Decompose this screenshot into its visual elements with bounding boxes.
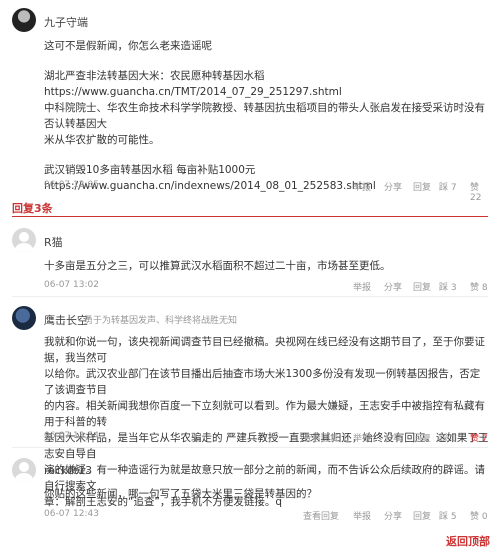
like-count: 8 [481,283,488,293]
timestamp: 06-07 13:54 [44,431,99,441]
divider [12,296,488,297]
report-button[interactable]: 举报 [353,180,371,193]
dislike-count: 7 [450,183,457,193]
share-button[interactable]: 分享 [384,180,402,193]
paragraph: 这可不是假新闻，你怎么老来造谣呢 [44,40,212,52]
paragraph: 中科院院士、华农生命技术科学学院教授、转基因抗虫稻项目的带头人张启发在接受采访时… [44,102,485,130]
like-label: 赞 [470,283,480,293]
like-button[interactable]: 赞 7 [470,431,488,444]
dislike-button[interactable]: 踩 1 [439,431,457,444]
view-replies-button[interactable]: 查看回复 [303,509,339,522]
like-count: 7 [481,434,488,444]
comment-1: 九子守端 这可不是假新闻，你怎么老来造谣呢 湖北严查非法转基因大米：农民愿种转基… [0,0,500,203]
comment-2: R猫 十多亩是五分之三，可以推算武汉水稻面积不超过二十亩，市场甚至更低。 06-… [0,220,500,295]
comment-meta: 06-07 12:43 查看回复 举报 分享 回复 踩 5 赞 0 [44,509,490,523]
reply-count-header: 回复3条 [12,202,53,215]
report-button[interactable]: 举报 [353,509,371,522]
share-button[interactable]: 分享 [384,431,402,444]
like-count: 22 [470,193,482,203]
dislike-button[interactable]: 踩 3 [439,280,457,293]
comment-meta: 06-07 12:05 举报 分享 回复 踩 7 赞 22 [44,180,490,203]
report-button[interactable]: 举报 [353,280,371,293]
paragraph: 湖北严查非法转基因大米：农民愿种转基因水稻 [44,70,265,82]
dislike-count: 5 [450,512,457,522]
like-label: 赞 [470,434,480,444]
avatar[interactable] [12,8,36,32]
dislike-label: 踩 [439,283,449,293]
dislike-label: 踩 [439,434,449,444]
username[interactable]: R猫 [44,234,63,250]
user-description: 勇于为转基因发声、科学终将战胜无知 [84,316,238,326]
back-to-top-button[interactable]: 返回顶部 [446,533,490,549]
dislike-button[interactable]: 踩 5 [439,509,457,522]
text-line: 的内容。相关新闻我想你百度一下立刻就可以看到。作为最大嫌疑，王志安手中被指控有私… [44,400,485,428]
text-line: 以给你。武汉农业部门在该节目播出后抽查市场大米1300多份没有发现一例转基因报告… [44,368,481,396]
dislike-count: 1 [450,434,457,444]
like-label: 赞 [470,512,480,522]
dislike-label: 踩 [439,512,449,522]
report-button[interactable]: 举报 [353,431,371,444]
like-button[interactable]: 赞 0 [470,509,488,522]
comment-meta: 06-07 13:54 查看回复 1 举报 分享 回复 踩 1 赞 7 [44,431,490,445]
divider [12,216,488,217]
view-replies-button[interactable]: 查看回复 1 [303,431,348,444]
like-label: 赞 [470,183,480,193]
link-text[interactable]: https://www.guancha.cn/TMT/2014_07_29_25… [44,84,490,100]
username[interactable]: rocket13 [44,464,92,477]
share-button[interactable]: 分享 [384,509,402,522]
paragraph: 武汉销毁10多亩转基因水稻 每亩补贴1000元 [44,164,256,176]
reply-button[interactable]: 回复 [413,280,431,293]
comment-4: rocket13 你贴的这些新闻，哪一句写了五袋大米里三袋是转基因的？ 06-0… [0,452,500,527]
dislike-count: 3 [450,283,457,293]
comment-text: 这可不是假新闻，你怎么老来造谣呢 湖北严查非法转基因大米：农民愿种转基因水稻 h… [44,38,490,194]
reply-button[interactable]: 回复 [413,509,431,522]
like-button[interactable]: 赞 8 [470,280,488,293]
dislike-button[interactable]: 踩 7 [439,180,457,193]
avatar[interactable] [12,306,36,330]
timestamp: 06-07 13:02 [44,280,99,290]
avatar[interactable] [12,228,36,252]
username[interactable]: 鹰击长空 [44,312,88,328]
divider [12,447,488,448]
username[interactable]: 九子守端 [44,14,88,30]
reply-button[interactable]: 回复 [413,431,431,444]
comment-text: 你贴的这些新闻，哪一句写了五袋大米里三袋是转基因的？ [44,488,317,500]
text-line: 我就和你说一句，该央视新闻调查节目已经撤稿。央视网在线已经没有这期节目了，至于你… [44,336,485,364]
avatar[interactable] [12,458,36,482]
comment-3: 鹰击长空 勇于为转基因发声、科学终将战胜无知 我就和你说一句，该央视新闻调查节目… [0,300,500,508]
like-count: 0 [481,512,488,522]
like-button[interactable]: 赞 22 [470,180,490,203]
share-button[interactable]: 分享 [384,280,402,293]
dislike-label: 踩 [439,183,449,193]
comment-text: 十多亩是五分之三，可以推算武汉水稻面积不超过二十亩，市场甚至更低。 [44,260,391,272]
timestamp: 06-07 12:43 [44,509,99,519]
reply-button[interactable]: 回复 [413,180,431,193]
paragraph: 米从华农扩散的可能性。 [44,134,160,146]
timestamp: 06-07 12:05 [44,180,99,190]
comment-meta: 06-07 13:02 举报 分享 回复 踩 3 赞 8 [44,280,490,294]
